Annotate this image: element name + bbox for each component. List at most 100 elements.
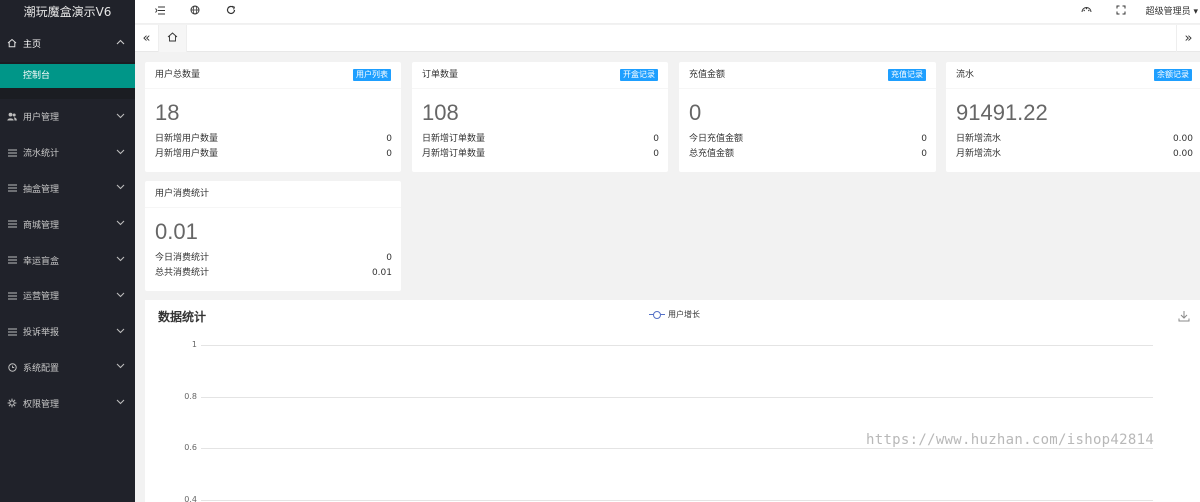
card-value: 0 bbox=[689, 100, 702, 125]
chevron-down-icon bbox=[116, 291, 125, 301]
stat-value: 0 bbox=[921, 149, 927, 159]
legend-label: 用户增长 bbox=[668, 310, 700, 319]
stat-value: 0 bbox=[921, 134, 927, 144]
sidebar-item-2[interactable]: 流水统计 bbox=[0, 135, 135, 171]
card-value: 91491.22 bbox=[956, 100, 1048, 125]
sidebar-item-label: 幸运盲盒 bbox=[23, 256, 60, 267]
card-link-badge[interactable]: 开盒记录 bbox=[620, 69, 658, 81]
sidebar-item-label: 投诉举报 bbox=[23, 328, 60, 339]
y-axis-tick-label: 0.4 bbox=[184, 494, 197, 502]
stat-value: 0.00 bbox=[1172, 134, 1193, 144]
card-header: 充值金额 充值记录 bbox=[679, 62, 936, 89]
sidebar-item-8[interactable]: 系统配置 bbox=[0, 350, 135, 386]
stat-value: 0 bbox=[386, 134, 392, 144]
stat-label: 日新增订单数量 bbox=[422, 134, 486, 144]
sidebar-item-3[interactable]: 抽盒管理 bbox=[0, 171, 135, 207]
stat-value: 0 bbox=[653, 134, 659, 144]
sidebar-item-home[interactable]: 主页 bbox=[0, 24, 135, 62]
stat-card: 充值金额 充值记录 0 今日充值金额 0 总充值金额 0 bbox=[679, 62, 936, 172]
list-icon bbox=[7, 291, 17, 301]
card-stat-row: 月新增流水 0.00 bbox=[946, 147, 1200, 162]
sidebar-item-9[interactable]: 权限管理 bbox=[0, 385, 135, 421]
globe-icon[interactable] bbox=[186, 0, 204, 24]
stat-card: 订单数量 开盒记录 108 日新增订单数量 0 月新增订单数量 0 bbox=[412, 62, 668, 172]
card-header: 订单数量 开盒记录 bbox=[412, 62, 668, 89]
stat-value: 0 bbox=[386, 253, 392, 263]
sidebar-item-4[interactable]: 商城管理 bbox=[0, 206, 135, 242]
chevron-down-icon bbox=[116, 255, 125, 265]
chevron-down-icon bbox=[116, 148, 125, 158]
sidebar-item-6[interactable]: 运营管理 bbox=[0, 278, 135, 314]
card-value: 0.01 bbox=[155, 219, 198, 244]
card-value: 108 bbox=[422, 100, 459, 125]
menu-toggle-icon[interactable] bbox=[151, 0, 169, 24]
chart-panel: 数据统计 用户增长 1 0.8 0.6 0.4 bbox=[145, 300, 1200, 502]
stat-label: 月新增流水 bbox=[956, 149, 1002, 159]
chart-gridline bbox=[201, 396, 1153, 398]
users-icon bbox=[7, 112, 17, 122]
card-stat-row: 日新增用户数量 0 bbox=[145, 132, 401, 147]
card-stat-row: 今日充值金额 0 bbox=[679, 132, 936, 147]
stat-label: 总充值金额 bbox=[689, 149, 735, 159]
sidebar-item-label: 运营管理 bbox=[23, 292, 60, 303]
sidebar-item-5[interactable]: 幸运盲盒 bbox=[0, 242, 135, 278]
watermark-text: https://www.huzhan.com/ishop42814 bbox=[866, 432, 1155, 448]
stat-label: 今日充值金额 bbox=[689, 134, 744, 144]
tab-home[interactable] bbox=[159, 25, 187, 52]
chart-gridline bbox=[201, 499, 1153, 501]
chart-legend[interactable]: 用户增长 bbox=[649, 309, 700, 320]
y-axis-tick-label: 1 bbox=[191, 340, 197, 349]
card-title: 流水 bbox=[956, 70, 975, 80]
tab-scroll-right-icon[interactable]: » bbox=[1176, 25, 1200, 52]
stat-value: 0.00 bbox=[1172, 149, 1193, 159]
refresh-icon[interactable] bbox=[222, 0, 240, 24]
home-icon bbox=[167, 32, 178, 42]
chevron-down-icon bbox=[116, 183, 125, 193]
list-icon bbox=[7, 255, 17, 265]
legend-line-marker bbox=[649, 310, 665, 319]
sidebar-item-1[interactable]: 用户管理 bbox=[0, 99, 135, 135]
sidebar-item-dashboard[interactable]: 控制台 bbox=[0, 64, 135, 88]
stat-label: 日新增流水 bbox=[956, 134, 1002, 144]
card-header: 用户总数量 用户列表 bbox=[145, 62, 401, 89]
list-icon bbox=[7, 219, 17, 229]
card-stat-row: 月新增用户数量 0 bbox=[145, 147, 401, 162]
chevron-down-icon bbox=[116, 398, 125, 408]
chevron-down-icon bbox=[116, 112, 125, 122]
tab-scroll-left-icon[interactable]: « bbox=[135, 25, 159, 52]
stat-value: 0 bbox=[386, 149, 392, 159]
list-icon bbox=[7, 183, 17, 193]
gear-icon bbox=[7, 398, 17, 408]
sidebar: 潮玩魔盒演示V6 主页 控制台 用户管理流水统计抽盒管理商城管理幸运盲盒运营管理… bbox=[0, 0, 135, 502]
card-link-badge[interactable]: 余额记录 bbox=[1154, 69, 1192, 81]
chevron-up-icon bbox=[116, 38, 125, 48]
list-icon bbox=[7, 327, 17, 337]
download-icon[interactable] bbox=[1178, 310, 1190, 325]
card-stat-row: 今日消费统计 0 bbox=[145, 251, 401, 266]
card-value: 18 bbox=[155, 100, 180, 125]
theme-icon[interactable] bbox=[1077, 0, 1095, 24]
top-header: 超级管理员 ▾ bbox=[135, 0, 1200, 24]
card-link-badge[interactable]: 用户列表 bbox=[353, 69, 391, 81]
chart-title: 数据统计 bbox=[158, 310, 207, 324]
sidebar-item-7[interactable]: 投诉举报 bbox=[0, 314, 135, 350]
card-title: 用户总数量 bbox=[155, 70, 201, 80]
list-icon bbox=[7, 148, 17, 158]
fullscreen-icon[interactable] bbox=[1112, 0, 1130, 24]
card-title: 用户消费统计 bbox=[155, 189, 210, 199]
sidebar-item-label: 流水统计 bbox=[23, 149, 60, 160]
card-title: 充值金额 bbox=[689, 70, 726, 80]
card-stat-row: 日新增订单数量 0 bbox=[412, 132, 668, 147]
stat-label: 今日消费统计 bbox=[155, 253, 210, 263]
sidebar-item-label: 权限管理 bbox=[23, 399, 60, 410]
home-icon bbox=[7, 38, 17, 48]
stat-label: 日新增用户数量 bbox=[155, 134, 219, 144]
chevron-down-icon bbox=[116, 219, 125, 229]
admin-user-menu[interactable]: 超级管理员 ▾ bbox=[1146, 0, 1200, 24]
sidebar-submenu: 控制台 bbox=[0, 62, 135, 99]
stat-card: 用户总数量 用户列表 18 日新增用户数量 0 月新增用户数量 0 bbox=[145, 62, 401, 172]
sidebar-item-label: 抽盒管理 bbox=[23, 184, 60, 195]
app-title: 潮玩魔盒演示V6 bbox=[0, 0, 135, 24]
chart-gridline bbox=[201, 345, 1153, 346]
card-link-badge[interactable]: 充值记录 bbox=[888, 69, 926, 81]
